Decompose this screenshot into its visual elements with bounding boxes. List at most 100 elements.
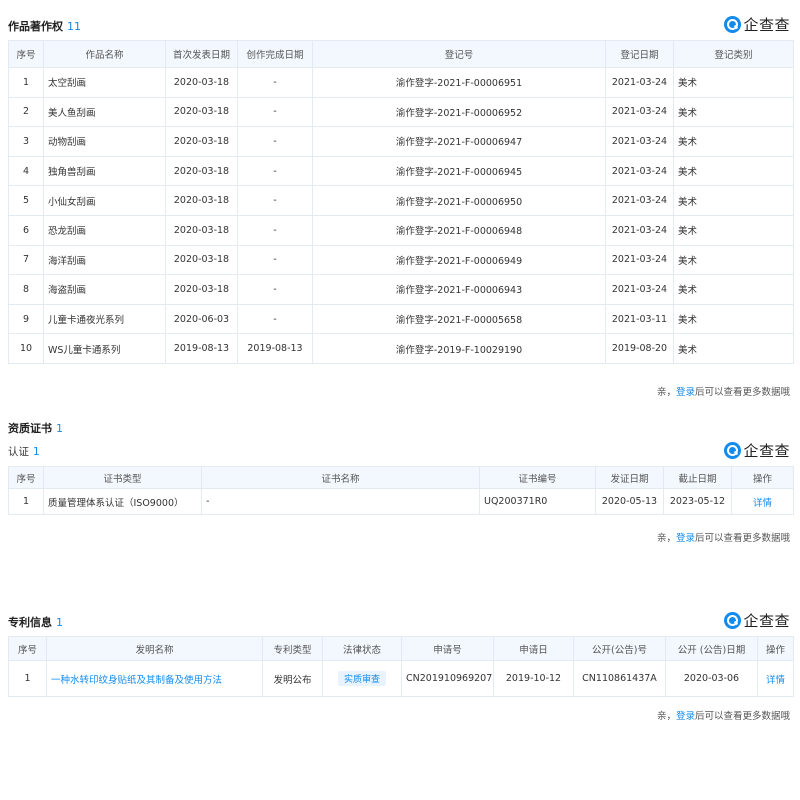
patent-type: 发明公布 [262, 660, 323, 697]
details-link[interactable]: 详情 [753, 498, 772, 509]
registration-category: 美术 [673, 96, 794, 128]
table-row: 5 小仙女刮画 2020-03-18- 渝作登字-2021-F-00006950 202… [8, 185, 794, 216]
table-row: 1 一种水转印纹身贴纸及其制备及使用方法 发明公布 实质审查 CN2019109… [8, 660, 794, 697]
patent-section: 专利信息 1 企查查 序号 发明名称 专利类型 法律状态 申请号 申请日 公开(公… [8, 610, 794, 722]
registration-number: 渝作登字-2021-F-00006945 [312, 155, 606, 187]
row-index: 2 [8, 96, 44, 128]
row-index: 3 [8, 126, 44, 157]
registration-category: 美术 [673, 155, 794, 187]
invention-name-link[interactable]: 一种水转印纹身贴纸及其制备及使用方法 [51, 675, 222, 686]
qichacha-logo[interactable]: 企查查 [724, 440, 790, 460]
login-link[interactable]: 登录 [676, 711, 695, 722]
row-index: 1 [8, 67, 44, 98]
table-row: 4 独角兽刮画 2020-03-18- 渝作登字-2021-F-00006945 202… [8, 155, 794, 187]
registration-date: 2021-03-24 [605, 126, 674, 157]
col-header: 发明名称 [46, 636, 263, 661]
login-prompt-prefix: 亲， [656, 387, 676, 398]
copyright-table: 序号 作品名称 首次发表日期 创作完成日期 登记号 登记日期 登记类别 1 太空刮… [8, 40, 794, 364]
registration-date: 2019-08-20 [605, 333, 674, 364]
col-header: 操作 [731, 466, 794, 489]
details-cell: 详情 [731, 488, 794, 515]
login-link[interactable]: 登录 [676, 533, 695, 544]
first-publish-date: 2020-03-18 [165, 126, 238, 157]
qichacha-logo-text: 企查查 [743, 15, 790, 34]
col-header: 发证日期 [595, 466, 664, 489]
patent-title: 专利信息 1 [8, 614, 63, 630]
first-publish-date: 2019-08-13 [165, 333, 238, 364]
work-name: 小仙女刮画 [43, 185, 166, 216]
qualification-header: 资质证书 1 [8, 416, 794, 436]
registration-category: 美术 [673, 333, 794, 364]
qichacha-logo-text: 企查查 [743, 441, 790, 460]
table-row: 9 儿童卡通夜光系列 2020-06-03- 渝作登字-2021-F-00005658… [8, 303, 794, 335]
col-header: 申请号 [401, 636, 494, 661]
certification-table: 序号 证书类型 证书名称 证书编号 发证日期 截止日期 操作 1 质量管理体系认… [8, 466, 794, 515]
row-index: 10 [8, 333, 44, 364]
copyright-header: 作品著作权 11 企查查 [8, 14, 794, 34]
creation-date: - [237, 244, 313, 276]
login-prompt: 亲，登录后可以查看更多数据哦 [657, 708, 790, 722]
issue-date: 2020-05-13 [595, 488, 664, 515]
registration-date: 2021-03-24 [605, 67, 674, 98]
login-prompt-prefix: 亲， [656, 533, 676, 544]
registration-category: 美术 [673, 214, 794, 246]
registration-number: 渝作登字-2021-F-00006952 [312, 96, 606, 128]
registration-number: 渝作登字-2021-F-00005658 [312, 303, 606, 335]
registration-category: 美术 [673, 274, 794, 305]
certification-count: 1 [33, 446, 40, 458]
details-link[interactable]: 详情 [766, 675, 785, 686]
table-row: 1 质量管理体系认证（ISO9000） - UQ200371R0 2020-05… [8, 488, 794, 515]
qualification-title-text: 资质证书 [8, 422, 52, 435]
first-publish-date: 2020-03-18 [165, 274, 238, 305]
registration-number: 渝作登字-2019-F-10029190 [312, 333, 606, 364]
copyright-count: 11 [67, 20, 81, 33]
login-prompt-prefix: 亲， [656, 711, 676, 722]
registration-date: 2021-03-11 [605, 303, 674, 335]
login-prompt-suffix: 后可以查看更多数据哦 [694, 387, 790, 398]
first-publish-date: 2020-06-03 [165, 303, 238, 335]
row-index: 1 [8, 488, 44, 515]
registration-date: 2021-03-24 [605, 244, 674, 276]
qichacha-logo[interactable]: 企查查 [724, 610, 790, 630]
certification-table-header: 序号 证书类型 证书名称 证书编号 发证日期 截止日期 操作 [8, 466, 794, 489]
creation-date: - [237, 96, 313, 128]
creation-date: - [237, 214, 313, 246]
login-link[interactable]: 登录 [676, 387, 695, 398]
legal-status-cell: 实质审查 [322, 660, 402, 697]
patent-count: 1 [56, 616, 63, 629]
patent-header: 专利信息 1 企查查 [8, 610, 794, 630]
qichacha-logo[interactable]: 企查查 [724, 14, 790, 34]
registration-number: 渝作登字-2021-F-00006951 [312, 67, 606, 98]
col-header: 截止日期 [663, 466, 732, 489]
work-name: 儿童卡通夜光系列 [43, 303, 166, 335]
registration-date: 2021-03-24 [605, 155, 674, 187]
copyright-table-header: 序号 作品名称 首次发表日期 创作完成日期 登记号 登记日期 登记类别 [8, 40, 794, 68]
col-header: 登记类别 [673, 40, 794, 68]
registration-category: 美术 [673, 67, 794, 98]
registration-date: 2021-03-24 [605, 214, 674, 246]
col-header: 专利类型 [262, 636, 323, 661]
col-header: 序号 [8, 466, 44, 489]
qualification-count: 1 [56, 422, 63, 435]
registration-date: 2021-03-24 [605, 96, 674, 128]
qichacha-logo-icon [724, 441, 742, 459]
registration-number: 渝作登字-2021-F-00006943 [312, 274, 606, 305]
col-header: 序号 [8, 40, 44, 68]
creation-date: - [237, 155, 313, 187]
application-number: CN201910969207.2 [401, 660, 494, 697]
certificate-type: 质量管理体系认证（ISO9000） [43, 488, 202, 515]
col-header: 操作 [757, 636, 794, 661]
creation-date: - [237, 67, 313, 98]
work-name: 海洋刮画 [43, 244, 166, 276]
qichacha-logo-icon [724, 15, 742, 33]
row-index: 7 [8, 244, 44, 276]
details-cell: 详情 [757, 660, 794, 697]
first-publish-date: 2020-03-18 [165, 96, 238, 128]
col-header: 申请日 [493, 636, 574, 661]
col-header: 公开 (公告)日期 [665, 636, 758, 661]
login-prompt-suffix: 后可以查看更多数据哦 [694, 533, 790, 544]
publication-date: 2020-03-06 [665, 660, 758, 697]
table-row: 6 恐龙刮画 2020-03-18- 渝作登字-2021-F-00006948 2021… [8, 214, 794, 246]
col-header: 序号 [8, 636, 47, 661]
registration-category: 美术 [673, 244, 794, 276]
